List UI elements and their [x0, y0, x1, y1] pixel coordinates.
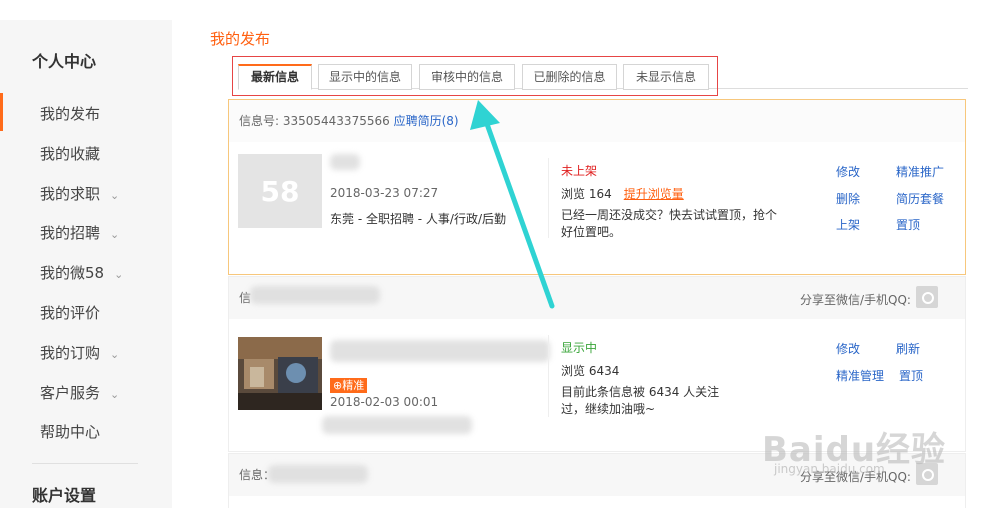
precision-badge-label: 精准: [342, 379, 365, 392]
pin-top-button[interactable]: 置顶: [896, 216, 920, 233]
status-badge: 显示中: [561, 341, 598, 355]
blurred-post-id: [250, 286, 380, 304]
post-id: 信息号: 33505443375566: [239, 114, 390, 128]
precision-manage-button[interactable]: 精准管理: [836, 367, 884, 384]
resume-package-button[interactable]: 简历套餐: [896, 190, 944, 207]
restaurant-photo-image: [238, 337, 322, 410]
sidebar-item-help[interactable]: 帮助中心: [40, 421, 100, 442]
blurred-title: [330, 154, 360, 170]
sidebar-item-orders[interactable]: 我的订购 ⌄: [40, 342, 119, 363]
sidebar-item-job-search[interactable]: 我的求职 ⌄: [40, 183, 119, 204]
pin-top-button[interactable]: 置顶: [899, 367, 923, 384]
chevron-down-icon: ⌄: [110, 348, 120, 361]
view-count: 浏览 164 提升浏览量: [561, 185, 684, 202]
view-count-text: 浏览 164: [561, 187, 612, 201]
sidebar-heading: 个人中心: [32, 52, 97, 71]
blurred-category: [322, 416, 472, 434]
column-divider: [548, 158, 549, 238]
post-photo[interactable]: [238, 337, 322, 410]
sidebar-item-wei58[interactable]: 我的微58 ⌄: [40, 262, 123, 283]
column-divider: [548, 335, 549, 417]
resume-link[interactable]: 应聘简历(8): [394, 114, 459, 128]
precision-promo-button[interactable]: 精准推广: [896, 163, 944, 180]
sidebar-item-label: 我的订购: [40, 344, 101, 362]
edit-button[interactable]: 修改: [836, 163, 860, 180]
view-count: 浏览 6434: [561, 364, 620, 378]
tip-text: 目前此条信息被 6434 人关注过，继续加油哦~: [561, 385, 720, 416]
sidebar-item-my-posts[interactable]: 我的发布: [40, 103, 100, 124]
refresh-button[interactable]: 刷新: [896, 340, 920, 357]
sidebar-item-label: 我的招聘: [40, 224, 101, 242]
chevron-down-icon: ⌄: [114, 268, 124, 281]
sidebar-item-label: 我的收藏: [40, 145, 101, 163]
page-root: 个人中心 我的发布 我的收藏 我的求职 ⌄ 我的招聘 ⌄ 我的微58 ⌄ 我的评价 我…: [0, 0, 1000, 508]
chevron-down-icon: ⌄: [110, 228, 120, 241]
share-icon[interactable]: [916, 286, 938, 308]
precision-badge: ⊕精准: [330, 378, 368, 393]
sidebar-item-customer-service[interactable]: 客户服务 ⌄: [40, 382, 119, 403]
blurred-post-id: [268, 465, 368, 483]
chevron-down-icon: ⌄: [110, 388, 120, 401]
sidebar-item-label: 我的求职: [40, 185, 101, 203]
sidebar-divider: [32, 463, 138, 464]
post-date: 2018-03-23 07:27: [330, 186, 439, 200]
status-badge: 未上架: [561, 164, 598, 178]
baidu-watermark-url: jingyan.baidu.com: [774, 462, 885, 476]
sidebar: 个人中心 我的发布 我的收藏 我的求职 ⌄ 我的招聘 ⌄ 我的微58 ⌄ 我的评价 我…: [0, 20, 172, 508]
target-icon: ⊕: [333, 379, 343, 392]
delete-button[interactable]: 删除: [836, 190, 860, 207]
sidebar-item-favorites[interactable]: 我的收藏: [40, 143, 100, 164]
tip-text: 已经一周还没成交？快去试试置顶，抢个好位置吧。: [561, 208, 778, 239]
share-label: 分享至微信/手机QQ:: [800, 293, 911, 307]
post-date: 2018-02-03 00:01: [330, 395, 439, 409]
post-thumbnail[interactable]: 58: [238, 154, 322, 228]
logo-58: 58: [260, 174, 300, 208]
publish-button[interactable]: 上架: [836, 216, 860, 233]
sidebar-item-reviews[interactable]: 我的评价: [40, 302, 100, 323]
sidebar-item-label: 我的发布: [40, 105, 101, 123]
page-title: 我的发布: [210, 30, 271, 48]
tabs-highlight-box: [232, 56, 718, 96]
sidebar-footer-heading: 账户设置: [32, 486, 97, 505]
sidebar-item-label: 我的微58: [40, 264, 105, 282]
sidebar-item-recruiting[interactable]: 我的招聘 ⌄: [40, 222, 119, 243]
sidebar-active-indicator: [0, 93, 3, 131]
sidebar-item-label: 帮助中心: [40, 423, 101, 441]
card-header: 信息号: 33505443375566 应聘简历(8): [229, 100, 965, 142]
chevron-down-icon: ⌄: [110, 189, 120, 202]
boost-views-link[interactable]: 提升浏览量: [624, 187, 684, 201]
blurred-title: [330, 340, 550, 362]
post-category: 东莞 - 全职招聘 - 人事/行政/后勤: [330, 212, 507, 226]
sidebar-item-label: 我的评价: [40, 304, 101, 322]
edit-button[interactable]: 修改: [836, 340, 860, 357]
sidebar-item-label: 客户服务: [40, 384, 101, 402]
